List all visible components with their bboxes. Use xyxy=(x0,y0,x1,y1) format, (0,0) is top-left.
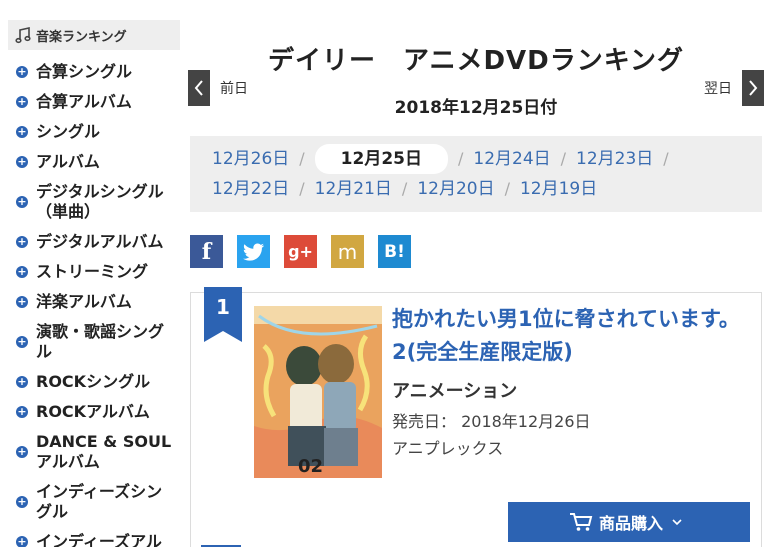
sidebar-heading-label: 音楽ランキング xyxy=(36,29,127,45)
product-cover-image[interactable]: 02 xyxy=(254,306,382,478)
plus-icon: + xyxy=(16,125,28,138)
next-day-button[interactable] xyxy=(742,70,764,106)
plus-icon: + xyxy=(16,265,28,278)
sidebar-item-label: シングル xyxy=(36,122,101,141)
plus-icon: + xyxy=(16,375,28,388)
date-link[interactable]: 12月24日 xyxy=(473,144,550,174)
sidebar-item-combined-single[interactable]: + 合算シングル xyxy=(8,62,180,82)
twitter-share-button[interactable] xyxy=(237,235,270,268)
chevron-left-icon xyxy=(194,80,203,96)
sidebar-item-combined-album[interactable]: + 合算アルバム xyxy=(8,92,180,112)
facebook-icon: f xyxy=(201,238,212,265)
date-separator: / xyxy=(560,149,567,168)
plus-icon: + xyxy=(16,335,28,348)
buy-button-label: 商品購入 xyxy=(598,514,663,533)
sidebar-item-digital-single[interactable]: + デジタルシングル（単曲） xyxy=(8,182,172,222)
social-share-bar: f g+ m B! xyxy=(190,235,425,268)
mixi-share-button[interactable]: m xyxy=(331,235,364,268)
next-day-label[interactable]: 翌日 xyxy=(704,78,732,98)
plus-icon: + xyxy=(16,155,28,168)
sidebar-item-rock-single[interactable]: + ROCKシングル xyxy=(8,372,180,392)
prev-day-label[interactable]: 前日 xyxy=(220,78,248,98)
date-separator: / xyxy=(299,149,305,168)
sidebar-item-label: ROCKアルバム xyxy=(36,402,150,421)
sidebar-item-label: インディーズアル xyxy=(36,532,162,547)
sidebar-item-label: 洋楽アルバム xyxy=(36,292,132,311)
prev-day-button[interactable] xyxy=(188,70,210,106)
plus-icon: + xyxy=(16,295,28,308)
hatena-bookmark-icon: B! xyxy=(384,241,405,262)
sidebar-item-label: デジタルシングル（単曲） xyxy=(36,182,164,221)
facebook-share-button[interactable]: f xyxy=(190,235,223,268)
product-title-link[interactable]: 抱かれたい男1位に脅されています。 2(完全生産限定版) xyxy=(392,303,752,369)
sidebar-item-label: インディーズシングル xyxy=(36,482,163,521)
product-genre: アニメーション xyxy=(392,381,518,402)
cart-icon xyxy=(569,513,593,531)
sidebar-item-western-album[interactable]: + 洋楽アルバム xyxy=(8,292,180,312)
sidebar-item-rock-album[interactable]: + ROCKアルバム xyxy=(8,402,180,422)
date-separator: / xyxy=(299,179,305,198)
sidebar-item-streaming[interactable]: + ストリーミング xyxy=(8,262,180,282)
sidebar-item-album[interactable]: + アルバム xyxy=(8,152,180,172)
sidebar-item-dance-soul-album[interactable]: + DANCE & SOUL アルバム xyxy=(8,432,172,472)
sidebar-item-label: ROCKシングル xyxy=(36,372,151,391)
sidebar-list: + 合算シングル + 合算アルバム + シングル + アルバム + デジタルシングル（単曲… xyxy=(8,62,180,547)
date-separator: / xyxy=(457,149,464,168)
plus-icon: + xyxy=(16,235,28,248)
sidebar-item-indies-album[interactable]: + インディーズアル xyxy=(8,532,180,547)
date-link[interactable]: 12月26日 xyxy=(212,144,289,174)
chevron-down-icon xyxy=(672,519,682,526)
hatena-bookmark-button[interactable]: B! xyxy=(378,235,411,268)
page-title: デイリー アニメDVDランキング xyxy=(268,46,684,76)
date-link[interactable]: 12月20日 xyxy=(417,174,494,204)
date-link[interactable]: 12月22日 xyxy=(212,174,289,204)
sidebar-item-label: 合算シングル xyxy=(36,62,133,81)
date-separator: / xyxy=(504,179,510,198)
plus-icon: + xyxy=(16,405,28,418)
sidebar-item-label: DANCE & SOUL アルバム xyxy=(36,432,172,471)
plus-icon: + xyxy=(16,495,28,508)
buy-product-button[interactable]: 商品購入 xyxy=(508,502,750,542)
date-link[interactable]: 12月23日 xyxy=(576,144,653,174)
plus-icon: + xyxy=(16,195,28,208)
date-separator: / xyxy=(663,149,669,168)
header-title-area: デイリー アニメDVDランキング 2018年12月25日付 前日 翌日 xyxy=(188,22,764,136)
date-link-active[interactable]: 12月25日 xyxy=(314,144,448,174)
date-link[interactable]: 12月19日 xyxy=(520,174,597,204)
mixi-icon: m xyxy=(337,239,358,264)
google-plus-share-button[interactable]: g+ xyxy=(284,235,317,268)
date-link[interactable]: 12月21日 xyxy=(315,174,392,204)
sidebar-item-single[interactable]: + シングル xyxy=(8,122,180,142)
plus-icon: + xyxy=(16,95,28,108)
twitter-icon xyxy=(242,243,264,261)
ranking-header: デイリー アニメDVDランキング 2018年12月25日付 前日 翌日 12月2… xyxy=(188,22,764,212)
date-selector: 12月26日 / 12月25日 / 12月24日 / 12月23日 / 12月2… xyxy=(212,144,752,204)
google-plus-icon: g+ xyxy=(288,242,313,261)
plus-icon: + xyxy=(16,535,28,547)
chevron-right-icon xyxy=(749,80,758,96)
sidebar-item-label: 演歌・歌謡シングル xyxy=(36,322,165,361)
ranking-item-card: 1 02 抱かれたい男1位に脅されています。 2(完全生産限定版) アニメーショ… xyxy=(190,287,762,547)
sidebar-item-label: アルバム xyxy=(36,152,100,171)
sidebar-item-label: 合算アルバム xyxy=(36,92,132,111)
release-date: 発売日： 2018年12月26日 xyxy=(392,412,591,431)
sidebar-item-digital-album[interactable]: + デジタルアルバム xyxy=(8,232,180,252)
ranking-date: 2018年12月25日付 xyxy=(394,98,558,118)
plus-icon: + xyxy=(16,65,28,78)
sidebar-item-enka-single[interactable]: + 演歌・歌謡シングル xyxy=(8,322,172,362)
product-label: アニプレックス xyxy=(392,439,504,458)
cover-volume-label: 02 xyxy=(298,456,324,477)
rank-number: 1 xyxy=(216,295,230,319)
date-separator: / xyxy=(401,179,408,198)
sidebar-heading: 音楽ランキング xyxy=(8,20,180,50)
cover-art-icon xyxy=(254,306,382,478)
sidebar: 音楽ランキング + 合算シングル + 合算アルバム + シングル + アルバム + デジタ… xyxy=(8,20,180,547)
sidebar-item-label: ストリーミング xyxy=(36,262,149,281)
sidebar-item-indies-single[interactable]: + インディーズシングル xyxy=(8,482,172,522)
sidebar-item-label: デジタルアルバム xyxy=(36,232,164,251)
music-note-icon xyxy=(15,27,31,44)
plus-icon: + xyxy=(16,445,28,458)
